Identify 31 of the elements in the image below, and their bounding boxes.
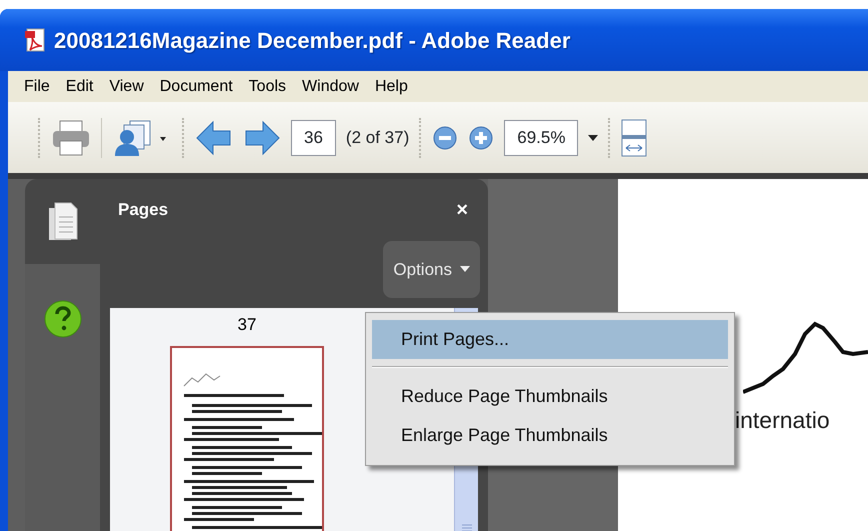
- previous-page-icon[interactable]: [195, 118, 233, 156]
- close-button[interactable]: ×: [456, 197, 468, 222]
- menu-item[interactable]: Enlarge Page Thumbnails: [372, 416, 728, 455]
- fit-width-icon[interactable]: [621, 118, 648, 156]
- help-icon[interactable]: [44, 300, 82, 338]
- window-title: 20081216Magazine December.pdf - Adobe Reader: [54, 26, 570, 55]
- menu-item[interactable]: Tools: [240, 74, 294, 98]
- menu-item[interactable]: Document: [152, 74, 241, 98]
- page-number-label: 37: [238, 314, 256, 336]
- next-page-icon[interactable]: [243, 118, 281, 156]
- pdf-file-icon: [24, 28, 46, 52]
- menu-item[interactable]: Help: [366, 74, 416, 98]
- menu-item[interactable]: View: [101, 74, 152, 98]
- caret-icon[interactable]: [588, 134, 598, 140]
- options-button[interactable]: Options: [383, 240, 480, 298]
- zoom-out-icon[interactable]: [432, 124, 458, 150]
- zoom-field[interactable]: 69.5%: [504, 120, 578, 156]
- document-text: internatio: [735, 406, 830, 435]
- printer-icon[interactable]: [51, 118, 91, 156]
- menu-item[interactable]: Edit: [58, 74, 102, 98]
- menu-item[interactable]: File: [16, 74, 58, 98]
- menu-item[interactable]: Window: [294, 74, 367, 98]
- zoom-in-icon[interactable]: [468, 124, 494, 150]
- pages-icon[interactable]: [46, 201, 78, 243]
- menu-item[interactable]: Print Pages...: [372, 320, 728, 359]
- page-count: (2 of 37): [346, 126, 410, 149]
- page-thumbnail[interactable]: [170, 346, 324, 531]
- panel-title: Pages: [118, 199, 168, 221]
- menu-item[interactable]: Reduce Page Thumbnails: [372, 377, 728, 416]
- caret-icon: [460, 266, 470, 272]
- page-number-field[interactable]: 36: [291, 120, 336, 156]
